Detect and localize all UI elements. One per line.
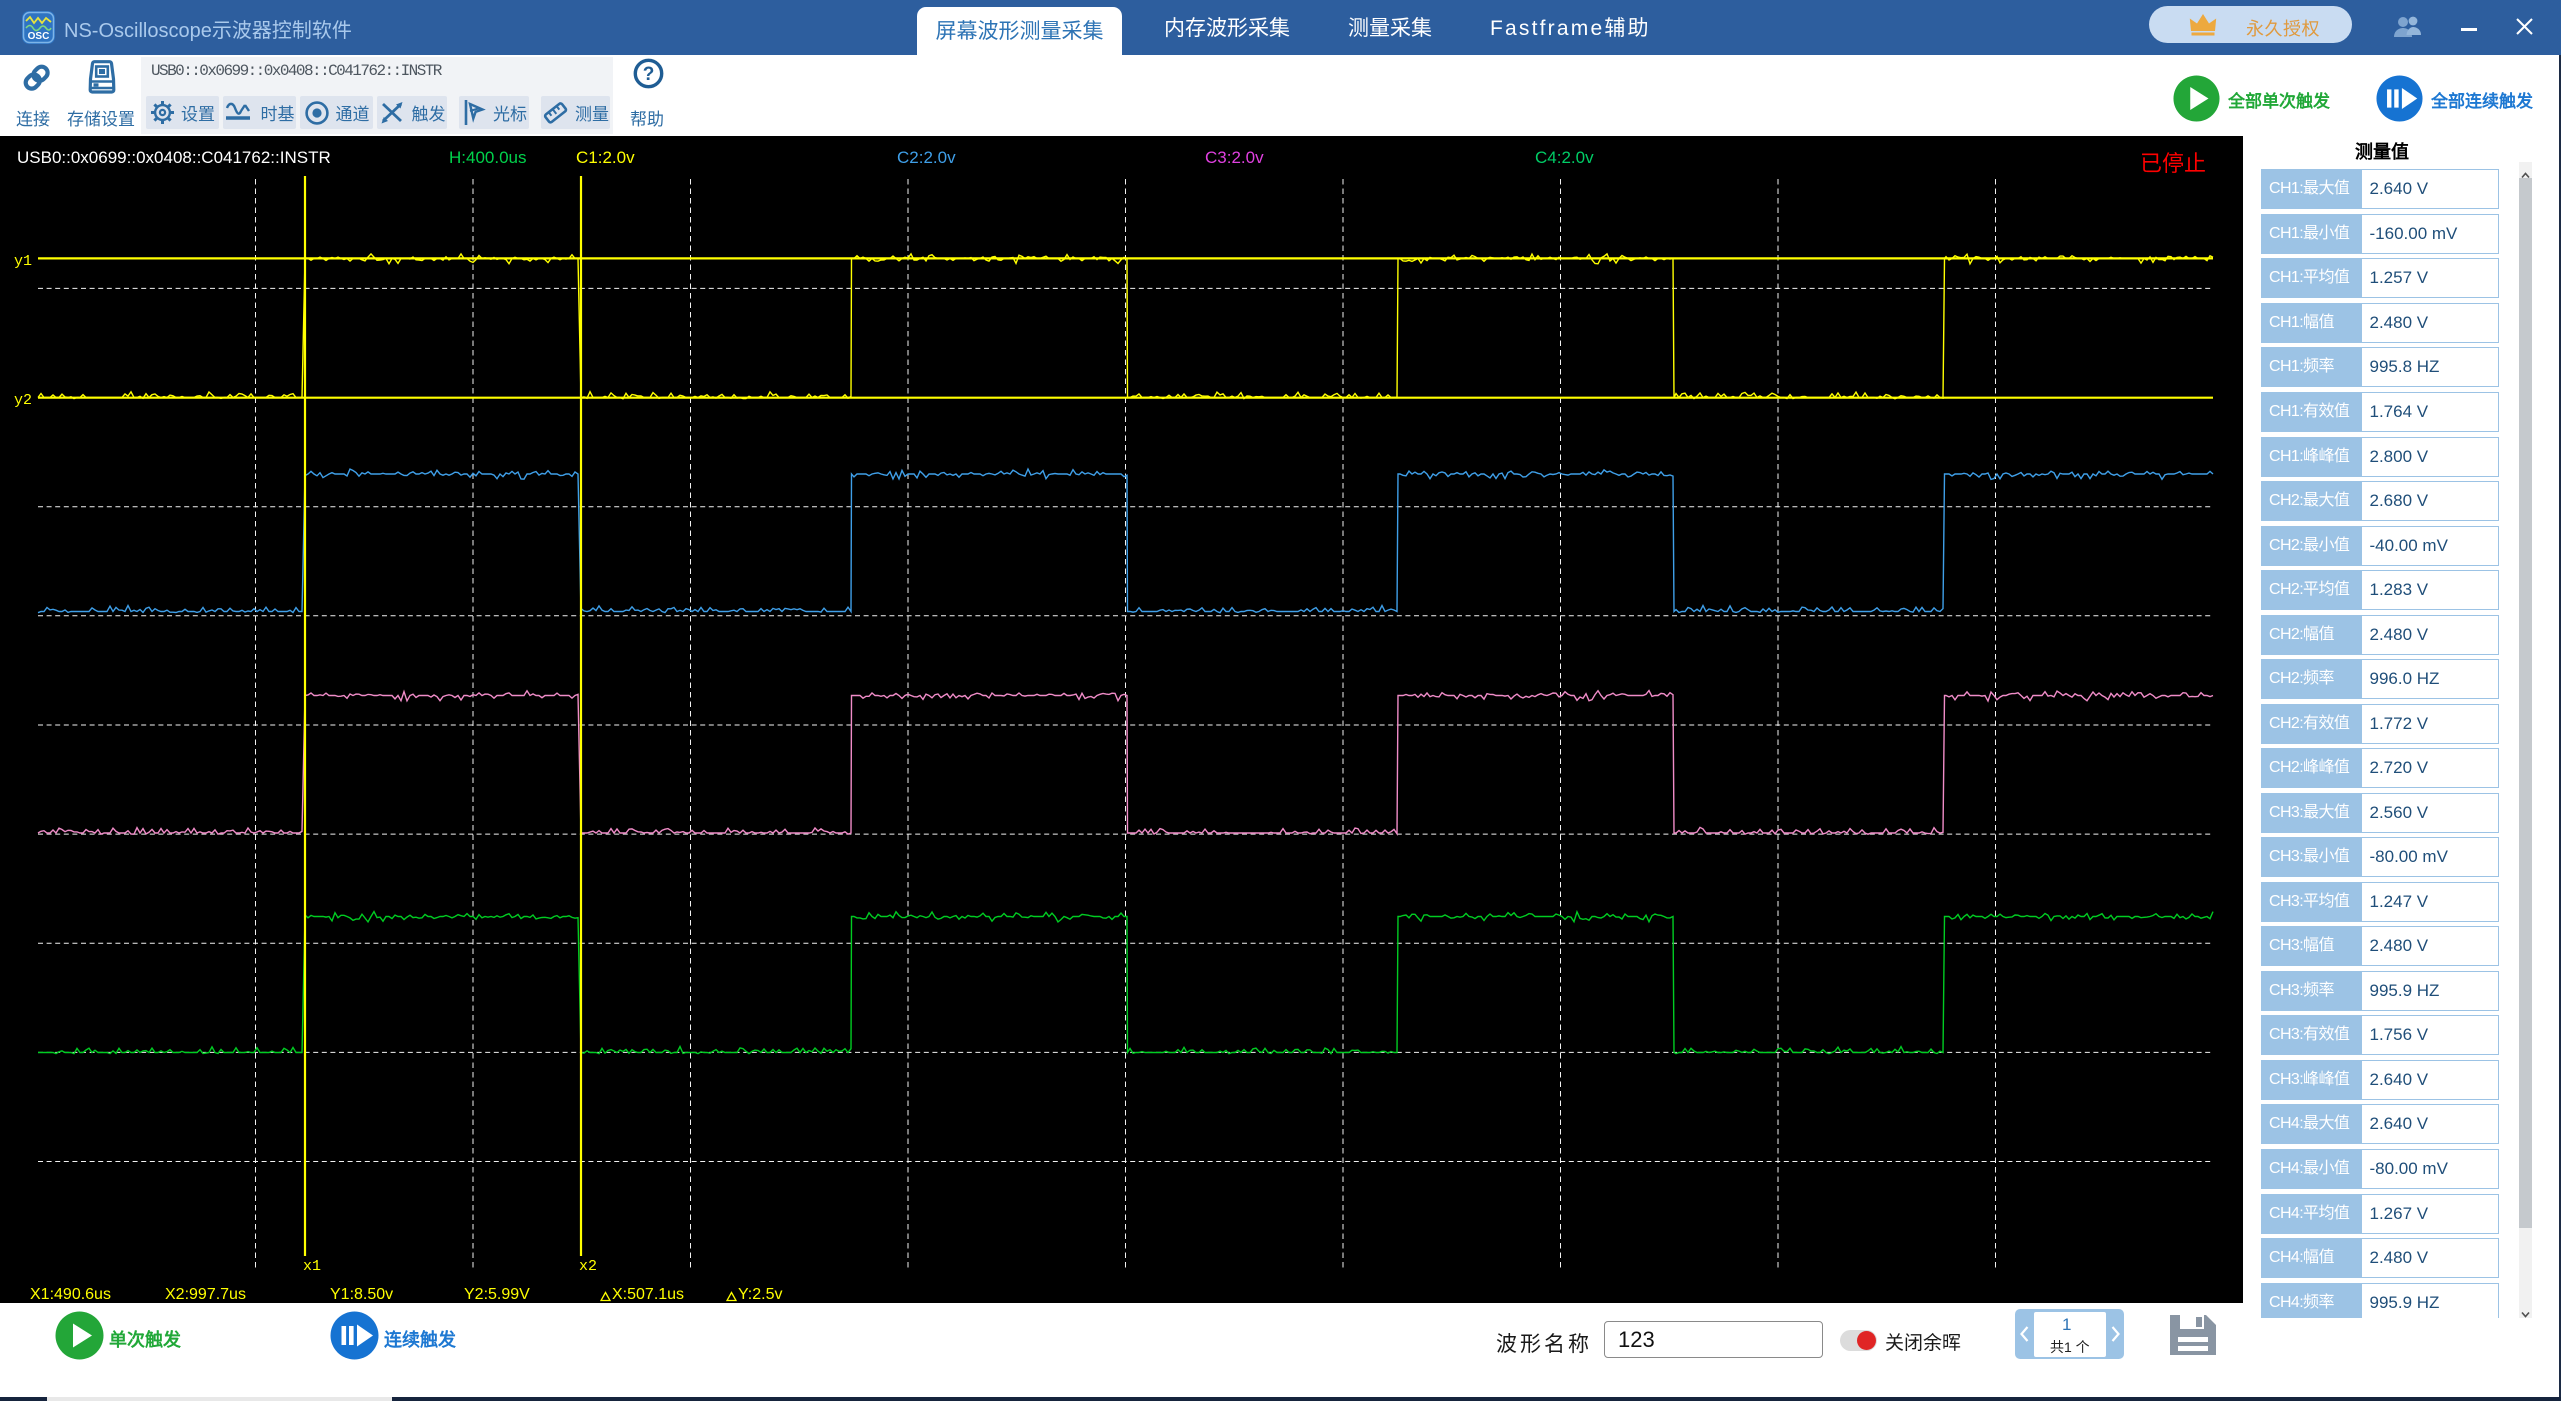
svg-text:?: ?: [643, 64, 655, 85]
svg-text:OSC: OSC: [28, 31, 50, 42]
